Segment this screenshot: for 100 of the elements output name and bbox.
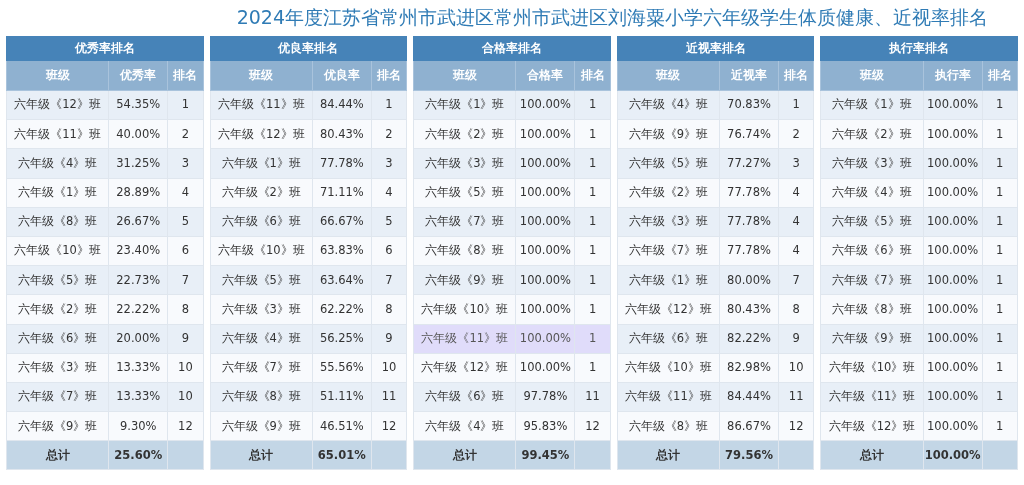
column-header: 班级 bbox=[413, 60, 516, 91]
table-cell: 100.00% bbox=[923, 90, 983, 120]
table-cell: 六年级《4》班 bbox=[210, 324, 313, 354]
table-cell: 六年级《5》班 bbox=[617, 148, 720, 179]
table-cell: 22.22% bbox=[108, 294, 168, 324]
table-cell: 六年级《3》班 bbox=[6, 353, 109, 383]
table-cell: 六年级《7》班 bbox=[413, 207, 516, 237]
table-cell: 六年级《9》班 bbox=[820, 324, 924, 354]
total-label: 总计 bbox=[6, 440, 109, 470]
table-cell: 100.00% bbox=[923, 294, 983, 324]
table-cell: 100.00% bbox=[515, 178, 575, 208]
table-cell: 六年级《10》班 bbox=[413, 294, 516, 324]
table-cell: 100.00% bbox=[923, 236, 983, 266]
table-cell: 六年级《9》班 bbox=[210, 411, 313, 441]
total-label: 总计 bbox=[210, 440, 313, 470]
table-cell: 六年级《3》班 bbox=[413, 148, 516, 179]
total-value: 65.01% bbox=[312, 440, 372, 470]
table-cell: 六年级《1》班 bbox=[6, 178, 109, 208]
table-cell: 77.27% bbox=[719, 148, 779, 179]
column-header: 优良率 bbox=[312, 60, 372, 91]
table-cell: 六年级《12》班 bbox=[6, 90, 109, 120]
table-cell: 100.00% bbox=[923, 324, 983, 354]
column-header: 执行率 bbox=[923, 60, 983, 91]
table-cell: 100.00% bbox=[515, 236, 575, 266]
table-cell: 22.73% bbox=[108, 265, 168, 295]
table-cell: 100.00% bbox=[923, 148, 983, 179]
column-header: 班级 bbox=[617, 60, 720, 91]
total-value: 25.60% bbox=[108, 440, 168, 470]
table-cell: 六年级《11》班 bbox=[210, 90, 313, 120]
table-cell: 六年级《6》班 bbox=[6, 324, 109, 354]
table-cell: 六年级《5》班 bbox=[210, 265, 313, 295]
table-cell: 六年级《11》班 bbox=[6, 119, 109, 149]
table-cell: 55.56% bbox=[312, 353, 372, 383]
table-cell: 六年级《7》班 bbox=[210, 353, 313, 383]
table-cell: 六年级《8》班 bbox=[617, 411, 720, 441]
table-cell: 六年级《7》班 bbox=[820, 265, 924, 295]
table-cell: 23.40% bbox=[108, 236, 168, 266]
table-cell: 六年级《1》班 bbox=[820, 90, 924, 120]
table-cell: 86.67% bbox=[719, 411, 779, 441]
table-cell: 六年级《6》班 bbox=[617, 324, 720, 354]
table-cell: 六年级《1》班 bbox=[210, 148, 313, 179]
table-cell: 56.25% bbox=[312, 324, 372, 354]
table-cell: 六年级《12》班 bbox=[617, 294, 720, 324]
table-cell: 77.78% bbox=[719, 178, 779, 208]
table-cell: 13.33% bbox=[108, 382, 168, 412]
table-cell: 31.25% bbox=[108, 148, 168, 179]
page-title: 2024年度江苏省常州市武进区常州市武进区刘海粟小学六年级学生体质健康、近视率排名 bbox=[235, 5, 989, 30]
table-cell: 六年级《8》班 bbox=[210, 382, 313, 412]
table-cell: 六年级《3》班 bbox=[617, 207, 720, 237]
table-cell: 六年级《12》班 bbox=[210, 119, 313, 149]
total-label: 总计 bbox=[413, 440, 516, 470]
table-cell: 六年级《7》班 bbox=[6, 382, 109, 412]
table-cell: 六年级《4》班 bbox=[413, 411, 516, 441]
table-cell: 13.33% bbox=[108, 353, 168, 383]
column-header: 合格率 bbox=[515, 60, 575, 91]
table-cell: 40.00% bbox=[108, 119, 168, 149]
table-cell: 97.78% bbox=[515, 382, 575, 412]
column-header: 班级 bbox=[6, 60, 109, 91]
table-cell: 82.22% bbox=[719, 324, 779, 354]
table-cell: 62.22% bbox=[312, 294, 372, 324]
table-cell: 100.00% bbox=[515, 265, 575, 295]
table-cell: 六年级《10》班 bbox=[820, 353, 924, 383]
table-cell: 95.83% bbox=[515, 411, 575, 441]
table-cell: 六年级《3》班 bbox=[820, 148, 924, 179]
column-header: 近视率 bbox=[719, 60, 779, 91]
table-cell: 70.83% bbox=[719, 90, 779, 120]
table-cell: 六年级《8》班 bbox=[413, 236, 516, 266]
table-cell: 100.00% bbox=[923, 353, 983, 383]
table-cell: 六年级《5》班 bbox=[6, 265, 109, 295]
table-cell: 六年级《1》班 bbox=[617, 265, 720, 295]
table-cell: 100.00% bbox=[515, 324, 575, 354]
table-cell: 63.83% bbox=[312, 236, 372, 266]
table-cell: 46.51% bbox=[312, 411, 372, 441]
table-cell: 63.64% bbox=[312, 265, 372, 295]
table-cell: 77.78% bbox=[719, 236, 779, 266]
column-header: 班级 bbox=[820, 60, 924, 91]
table-cell: 六年级《9》班 bbox=[413, 265, 516, 295]
table-cell: 六年级《7》班 bbox=[617, 236, 720, 266]
table-cell: 六年级《4》班 bbox=[617, 90, 720, 120]
table-cell: 100.00% bbox=[515, 119, 575, 149]
table-cell: 六年级《6》班 bbox=[413, 382, 516, 412]
table-cell: 71.11% bbox=[312, 178, 372, 208]
table-cell: 六年级《10》班 bbox=[617, 353, 720, 383]
table-cell: 六年级《6》班 bbox=[210, 207, 313, 237]
table-cell: 六年级《11》班 bbox=[617, 382, 720, 412]
panel-title: 近视率排名 bbox=[617, 36, 814, 61]
table-cell: 26.67% bbox=[108, 207, 168, 237]
table-cell: 54.35% bbox=[108, 90, 168, 120]
table-cell: 80.43% bbox=[719, 294, 779, 324]
table-cell: 六年级《2》班 bbox=[6, 294, 109, 324]
table-cell: 100.00% bbox=[923, 119, 983, 149]
table-cell: 六年级《11》班 bbox=[820, 382, 924, 412]
table-cell: 100.00% bbox=[923, 178, 983, 208]
table-cell: 100.00% bbox=[515, 90, 575, 120]
table-cell: 六年级《12》班 bbox=[413, 353, 516, 383]
table-cell: 20.00% bbox=[108, 324, 168, 354]
table-cell: 77.78% bbox=[312, 148, 372, 179]
table-cell: 六年级《10》班 bbox=[210, 236, 313, 266]
table-cell: 六年级《5》班 bbox=[820, 207, 924, 237]
panel-title: 合格率排名 bbox=[413, 36, 611, 61]
